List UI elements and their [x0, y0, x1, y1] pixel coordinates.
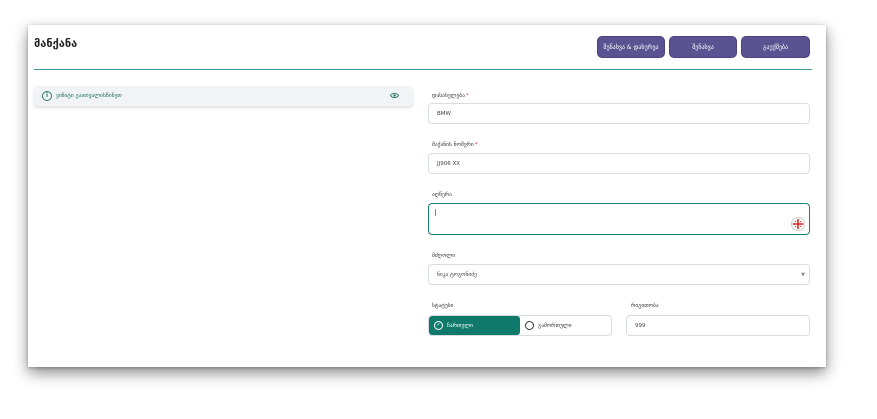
order-value: 999	[635, 322, 646, 329]
georgian-flag-icon[interactable]	[791, 217, 805, 231]
driver-select[interactable]: ნიკა ტოგონიძე ▼	[428, 264, 810, 285]
info-bar[interactable]: i ვიზიტი გაითვალისწინეთ	[34, 86, 413, 106]
order-label: რიგითობა	[631, 303, 659, 309]
driver-label: მძღოლი	[432, 253, 456, 259]
plate-value: JJ906 XX	[437, 160, 461, 167]
save-button[interactable]: შენახვა	[669, 36, 737, 58]
radio-empty-icon	[525, 321, 534, 330]
plate-label: მაქანის ნომერი*	[432, 142, 478, 148]
order-field[interactable]: 999	[626, 315, 810, 336]
description-textarea[interactable]	[428, 203, 810, 235]
header-divider	[34, 69, 812, 70]
name-value: BMW	[437, 110, 451, 117]
driver-value: ნიკა ტოგონიძე	[437, 271, 477, 278]
check-circle-icon: ✓	[434, 321, 443, 330]
page-title: მანქანა	[34, 37, 78, 50]
status-option-off[interactable]: გამორთული	[523, 316, 611, 335]
name-label: დასახელება*	[432, 93, 469, 99]
text-cursor	[435, 209, 436, 216]
vehicle-form-card: მანქანა შენახვა & დახურვა შენახვა გაუქმე…	[28, 25, 818, 355]
status-toggle: ✓ ჩართული გამორთული	[428, 315, 612, 336]
plate-field[interactable]: JJ906 XX	[428, 153, 810, 174]
status-option-on[interactable]: ✓ ჩართული	[429, 316, 520, 335]
info-icon: i	[42, 91, 52, 101]
chevron-down-icon: ▼	[801, 272, 805, 278]
status-label: სტატუსი	[432, 303, 454, 309]
app-window: მანქანა შენახვა & დახურვა შენახვა გაუქმე…	[28, 25, 826, 367]
description-label: აღწერა	[432, 192, 452, 198]
cancel-button[interactable]: გაუქმება	[741, 36, 810, 58]
info-text: ვიზიტი გაითვალისწინეთ	[56, 93, 122, 99]
save-close-button[interactable]: შენახვა & დახურვა	[597, 36, 665, 58]
eye-icon[interactable]	[390, 92, 399, 99]
name-field[interactable]: BMW	[428, 103, 810, 124]
